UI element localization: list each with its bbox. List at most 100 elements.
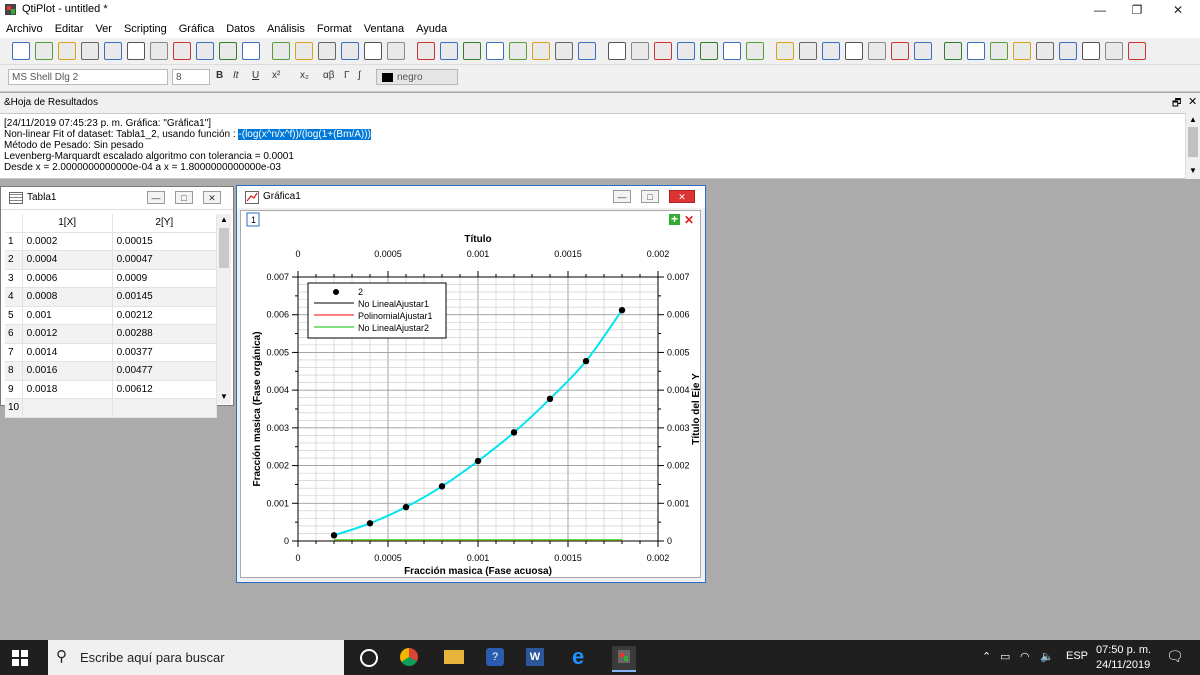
- table-cell[interactable]: 0.00288: [112, 324, 218, 344]
- magnifier-icon[interactable]: [967, 42, 985, 60]
- layer-add-icon[interactable]: [677, 42, 695, 60]
- menu-analisis[interactable]: Análisis: [261, 20, 311, 38]
- graph-minimize-button[interactable]: —: [613, 190, 631, 203]
- graph-window[interactable]: Gráfica1 — □ ✕ 1 + ✕ 0 0 0.0005 0.0005 0.001 0.0…: [236, 185, 706, 583]
- graph-maximize-button[interactable]: □: [641, 190, 659, 203]
- arrange-icon[interactable]: [746, 42, 764, 60]
- gamma-button[interactable]: Γ: [344, 70, 350, 81]
- align-center-icon[interactable]: [555, 42, 573, 60]
- expand-icon[interactable]: [1036, 42, 1054, 60]
- table-cell[interactable]: 0.001: [22, 306, 113, 325]
- open-template-icon[interactable]: [58, 42, 76, 60]
- move-points-icon[interactable]: [1013, 42, 1031, 60]
- add-row-icon[interactable]: [440, 42, 458, 60]
- table-row[interactable]: 9 0.0018 0.00612: [5, 380, 218, 399]
- find-icon[interactable]: [196, 42, 214, 60]
- data-point[interactable]: [330, 532, 338, 539]
- menu-scripting[interactable]: Scripting: [118, 20, 173, 38]
- data-reader-icon[interactable]: [914, 42, 932, 60]
- search-binoculars-icon[interactable]: [578, 42, 596, 60]
- menu-ayuda[interactable]: Ayuda: [410, 20, 453, 38]
- table-window-titlebar[interactable]: Tabla1 — □ ✕: [1, 187, 233, 210]
- crosshair-icon[interactable]: [990, 42, 1008, 60]
- table-cell[interactable]: 0.00477: [112, 361, 218, 381]
- data-table[interactable]: 1[X] 2[Y] 1 0.0002 0.00015 2 0.0004 0.00047 3 0…: [5, 214, 218, 418]
- help-app-icon[interactable]: ?: [486, 648, 504, 666]
- column-header-x[interactable]: 1[X]: [22, 214, 113, 233]
- data-point[interactable]: [402, 503, 410, 511]
- sort-icon[interactable]: [486, 42, 504, 60]
- delete-icon[interactable]: [387, 42, 405, 60]
- table-maximize-button[interactable]: □: [175, 191, 193, 204]
- table-minimize-button[interactable]: —: [147, 191, 165, 204]
- table-cell[interactable]: 0.0016: [22, 361, 113, 381]
- text-icon[interactable]: [891, 42, 909, 60]
- copy-icon[interactable]: [341, 42, 359, 60]
- table-cell[interactable]: 0.0014: [22, 343, 113, 362]
- table-row[interactable]: 7 0.0014 0.00377: [5, 343, 218, 362]
- data-point[interactable]: [510, 429, 518, 436]
- save-icon[interactable]: [81, 42, 99, 60]
- table-cell[interactable]: 0.0008: [22, 287, 113, 307]
- font-family-select[interactable]: MS Shell Dlg 2: [8, 69, 168, 85]
- volume-icon[interactable]: 🔈: [1040, 650, 1054, 663]
- table-cell[interactable]: 0.00015: [112, 232, 218, 251]
- cut-icon[interactable]: [318, 42, 336, 60]
- table-row[interactable]: 3 0.0006 0.0009: [5, 269, 218, 288]
- graph-2-icon[interactable]: [799, 42, 817, 60]
- pointer-icon[interactable]: [944, 42, 962, 60]
- menu-archivo[interactable]: Archivo: [0, 20, 49, 38]
- expand-2-icon[interactable]: [1082, 42, 1100, 60]
- minimize-icon[interactable]: —: [1080, 0, 1120, 20]
- language-indicator[interactable]: ESP: [1066, 650, 1088, 662]
- scroll-thumb[interactable]: [1188, 127, 1198, 157]
- expand-3-icon[interactable]: [1128, 42, 1146, 60]
- tray-overflow-icon[interactable]: ⌃: [982, 650, 991, 663]
- align-right-icon[interactable]: [532, 42, 550, 60]
- restore-icon[interactable]: ❐: [1117, 0, 1157, 20]
- sigma-icon[interactable]: [1105, 42, 1123, 60]
- data-point[interactable]: [582, 357, 590, 365]
- zoom-in-icon[interactable]: [608, 42, 626, 60]
- task-view-icon[interactable]: [360, 649, 378, 667]
- table-cell[interactable]: 0.00612: [112, 380, 218, 399]
- notifications-icon[interactable]: 🗨: [1166, 648, 1184, 665]
- data-point[interactable]: [474, 457, 482, 465]
- redo-icon[interactable]: [295, 42, 313, 60]
- undo-icon[interactable]: [272, 42, 290, 60]
- table-cell[interactable]: 0.00047: [112, 250, 218, 270]
- underline-button[interactable]: U: [252, 70, 259, 81]
- results-scrollbar[interactable]: ▲ ▼: [1185, 113, 1200, 179]
- file-explorer-icon[interactable]: [444, 650, 464, 664]
- menu-format[interactable]: Format: [311, 20, 358, 38]
- windows-start-icon[interactable]: [12, 650, 28, 669]
- table-cell[interactable]: 0.00212: [112, 306, 218, 325]
- line-tool-icon[interactable]: [1059, 42, 1077, 60]
- subscript-button[interactable]: x₂: [300, 70, 309, 81]
- wifi-icon[interactable]: ◠: [1020, 650, 1030, 663]
- scroll-down-icon[interactable]: ▼: [1189, 166, 1197, 175]
- bold-button[interactable]: B: [216, 70, 223, 81]
- error-bars-icon[interactable]: [822, 42, 840, 60]
- menu-ver[interactable]: Ver: [89, 20, 118, 38]
- new-graph-icon[interactable]: [845, 42, 863, 60]
- table-view-icon[interactable]: [219, 42, 237, 60]
- align-left-icon[interactable]: [509, 42, 527, 60]
- italic-button[interactable]: It: [233, 70, 239, 81]
- dock-float-icon[interactable]: 🗗: [1172, 96, 1181, 113]
- table-cell[interactable]: 0.0009: [112, 269, 218, 288]
- clock-date[interactable]: 24/11/2019: [1096, 659, 1150, 671]
- superscript-button[interactable]: x²: [272, 70, 280, 81]
- remove-layer-icon[interactable]: ✕: [684, 213, 694, 227]
- close-icon[interactable]: ✕: [1158, 0, 1198, 20]
- table-close-button[interactable]: ✕: [203, 191, 221, 204]
- zoom-out-icon[interactable]: [631, 42, 649, 60]
- graph-window-titlebar[interactable]: Gráfica1 — □ ✕: [237, 186, 705, 208]
- print-preview-icon[interactable]: [150, 42, 168, 60]
- table-row[interactable]: 1 0.0002 0.00015: [5, 232, 218, 251]
- graph-1-icon[interactable]: [776, 42, 794, 60]
- add-column-icon[interactable]: [417, 42, 435, 60]
- save-project-icon[interactable]: [104, 42, 122, 60]
- menu-datos[interactable]: Datos: [220, 20, 261, 38]
- table-cell[interactable]: [22, 398, 113, 418]
